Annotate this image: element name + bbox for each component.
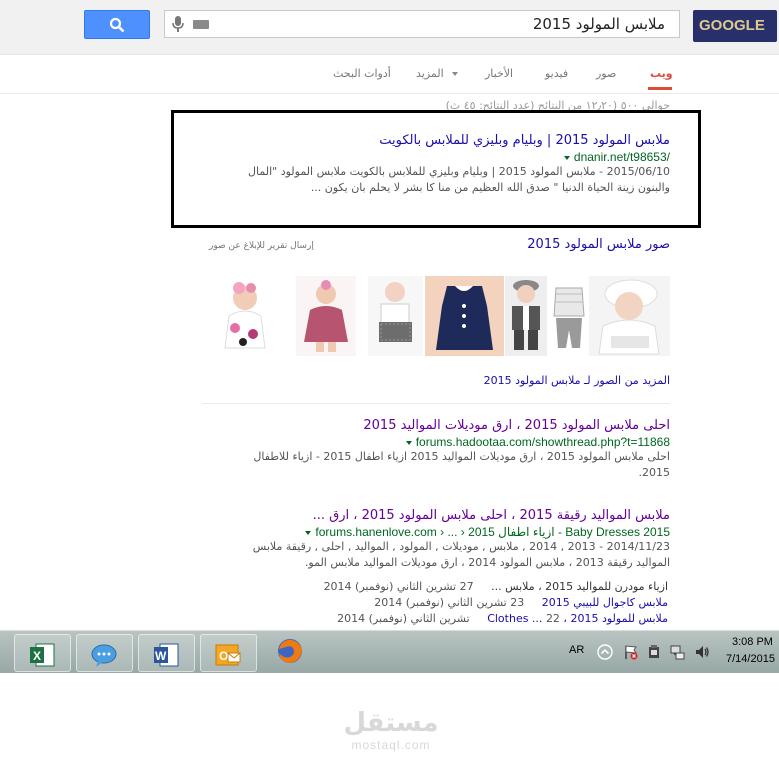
result-title-link[interactable]: ملابس المولود 2015 | وبليام وبليزي للملا… — [190, 133, 670, 148]
tab-more[interactable]: المزيد — [416, 67, 458, 80]
taskbar-outlook-button[interactable]: O — [200, 634, 257, 672]
tab-images[interactable]: صور — [596, 67, 616, 80]
volume-icon[interactable] — [694, 644, 710, 660]
tab-news[interactable]: الأخبار — [485, 67, 513, 80]
taskbar-messenger-button[interactable] — [76, 634, 133, 672]
sitelink-link[interactable]: ملابس للمولود 2015 ، Clothes ... — [487, 612, 668, 625]
excel-icon: X — [30, 643, 55, 667]
search-result: ملابس المواليد رقيقة 2015 ، احلى ملابس ا… — [200, 508, 670, 571]
image-thumbnail[interactable] — [425, 276, 504, 356]
sitelink-row: ازياء مودرن للمواليد 2015 ، ملابس ... 27… — [324, 580, 668, 593]
dropdown-arrow-icon[interactable] — [405, 440, 412, 445]
search-header: GOOGLE ملابس المولود 2015 — [0, 0, 779, 55]
result-url[interactable]: forums.hadootaa.com/showthread.php?t=118… — [200, 435, 670, 449]
result-snippet: 2015/06/10 - ملابس المولود 2015 | وبليام… — [190, 164, 670, 196]
sitelink-link[interactable]: ازياء مودرن للمواليد 2015 ، ملابس ... — [491, 580, 668, 593]
tab-more-label: المزيد — [416, 67, 444, 80]
image-results-heading[interactable]: صور ملابس المولود 2015 — [527, 237, 670, 252]
sitelink-date: 23 تشرين الثاني (نوفمبر) 2014 — [374, 596, 525, 609]
search-icon — [109, 17, 125, 33]
search-result: ملابس المولود 2015 | وبليام وبليزي للملا… — [190, 133, 670, 196]
google-logo[interactable]: GOOGLE — [693, 10, 777, 42]
watermark-arabic: مستقل — [343, 708, 439, 738]
image-thumbnail[interactable] — [209, 276, 289, 356]
device-icon[interactable] — [646, 644, 662, 660]
dropdown-arrow-icon[interactable] — [563, 155, 570, 160]
report-images-link[interactable]: إرسال تقرير للإبلاغ عن صور — [209, 241, 314, 251]
chat-bubble-icon — [91, 644, 117, 667]
clock-time[interactable]: 3:08 PM — [732, 636, 773, 648]
snippet-line: 2015. — [638, 466, 671, 479]
result-url[interactable]: dnanir.net/t98653/ — [190, 150, 670, 164]
image-thumbnail[interactable] — [296, 276, 356, 356]
taskbar-excel-button[interactable]: X — [14, 634, 71, 672]
svg-text:O: O — [219, 649, 228, 663]
microphone-icon[interactable] — [171, 16, 185, 32]
search-query-text: ملابس المولود 2015 — [532, 15, 665, 33]
result-snippet: احلى ملابس المولود 2015 ، ارق موديلات ال… — [200, 449, 670, 481]
watermark: مستقل mostaql.com — [341, 708, 441, 752]
sitelink-link[interactable]: ملابس كاجوال للبيبي 2015 — [542, 596, 668, 609]
result-title-link[interactable]: ملابس المواليد رقيقة 2015 ، احلى ملابس ا… — [200, 508, 670, 523]
word-icon: W — [154, 643, 179, 667]
result-url-text: dnanir.net/t98653/ — [573, 150, 670, 164]
chevron-down-icon — [451, 72, 458, 76]
result-url-text: forums.hadootaa.com/showthread.php?t=118… — [415, 435, 670, 449]
watermark-latin: mostaql.com — [351, 738, 431, 752]
language-indicator[interactable]: AR — [569, 644, 584, 656]
clock-date[interactable]: 7/14/2015 — [726, 653, 775, 665]
keyboard-icon[interactable] — [193, 20, 209, 29]
show-hidden-icons-icon[interactable] — [597, 644, 613, 660]
snippet-line: المواليد رقيقة 2013 ، ملابس المولود 2014… — [304, 556, 670, 569]
divider — [202, 403, 670, 404]
network-icon[interactable] — [670, 644, 686, 660]
more-images-link[interactable]: المزيد من الصور لـ ملابس المولود 2015 — [484, 374, 670, 387]
result-url-text: forums.hanenlove.com › ... › ازياء اطفال… — [315, 525, 670, 539]
image-thumbnail[interactable] — [505, 276, 547, 356]
outlook-icon: O — [215, 644, 241, 666]
taskbar: X W O AR 3:08 PM 7/14/2015 — [0, 630, 779, 673]
tab-search-tools[interactable]: أدوات البحث — [333, 67, 391, 80]
tab-web[interactable]: ويب — [650, 67, 673, 80]
snippet-line: 2014/11/23 - 2013 , 2014 , ملابس , موديل… — [252, 540, 670, 553]
image-thumbnail[interactable] — [589, 276, 670, 356]
action-center-flag-icon[interactable] — [623, 644, 639, 660]
dropdown-arrow-icon[interactable] — [305, 530, 312, 535]
snippet-line: والبنون زينة الحياة الدنيا " صدق الله ال… — [310, 181, 670, 194]
search-input[interactable]: ملابس المولود 2015 — [164, 10, 680, 38]
snippet-line: احلى ملابس المولود 2015 ، ارق موديلات ال… — [253, 450, 670, 463]
search-result: احلى ملابس المولود 2015 ، ارق موديلات ال… — [200, 418, 670, 481]
tab-videos[interactable]: فيديو — [545, 67, 568, 80]
search-tabs: ويب صور فيديو الأخبار المزيد أدوات البحث — [0, 55, 779, 94]
snippet-line: 2015/06/10 - ملابس المولود 2015 | وبليام… — [248, 165, 670, 178]
active-tab-indicator — [648, 87, 672, 90]
image-thumbnail[interactable] — [368, 276, 423, 356]
sitelinks: ازياء مودرن للمواليد 2015 ، ملابس ... 27… — [308, 580, 668, 628]
image-thumbnail[interactable] — [550, 276, 588, 356]
svg-text:W: W — [155, 649, 167, 663]
firefox-icon[interactable] — [276, 637, 304, 665]
result-title-link[interactable]: احلى ملابس المولود 2015 ، ارق موديلات ال… — [200, 418, 670, 433]
logo-text: GOOGLE — [699, 17, 765, 34]
svg-text:X: X — [33, 649, 41, 663]
taskbar-word-button[interactable]: W — [138, 634, 195, 672]
search-button[interactable] — [84, 10, 150, 39]
result-url[interactable]: forums.hanenlove.com › ... › ازياء اطفال… — [200, 525, 670, 539]
sitelink-row: ملابس للمولود 2015 ، Clothes ... 22 تشري… — [337, 612, 668, 625]
sitelink-row: ملابس كاجوال للبيبي 2015 23 تشرين الثاني… — [374, 596, 668, 609]
sitelink-date: 27 تشرين الثاني (نوفمبر) 2014 — [323, 580, 474, 593]
result-snippet: 2014/11/23 - 2013 , 2014 , ملابس , موديل… — [200, 539, 670, 571]
